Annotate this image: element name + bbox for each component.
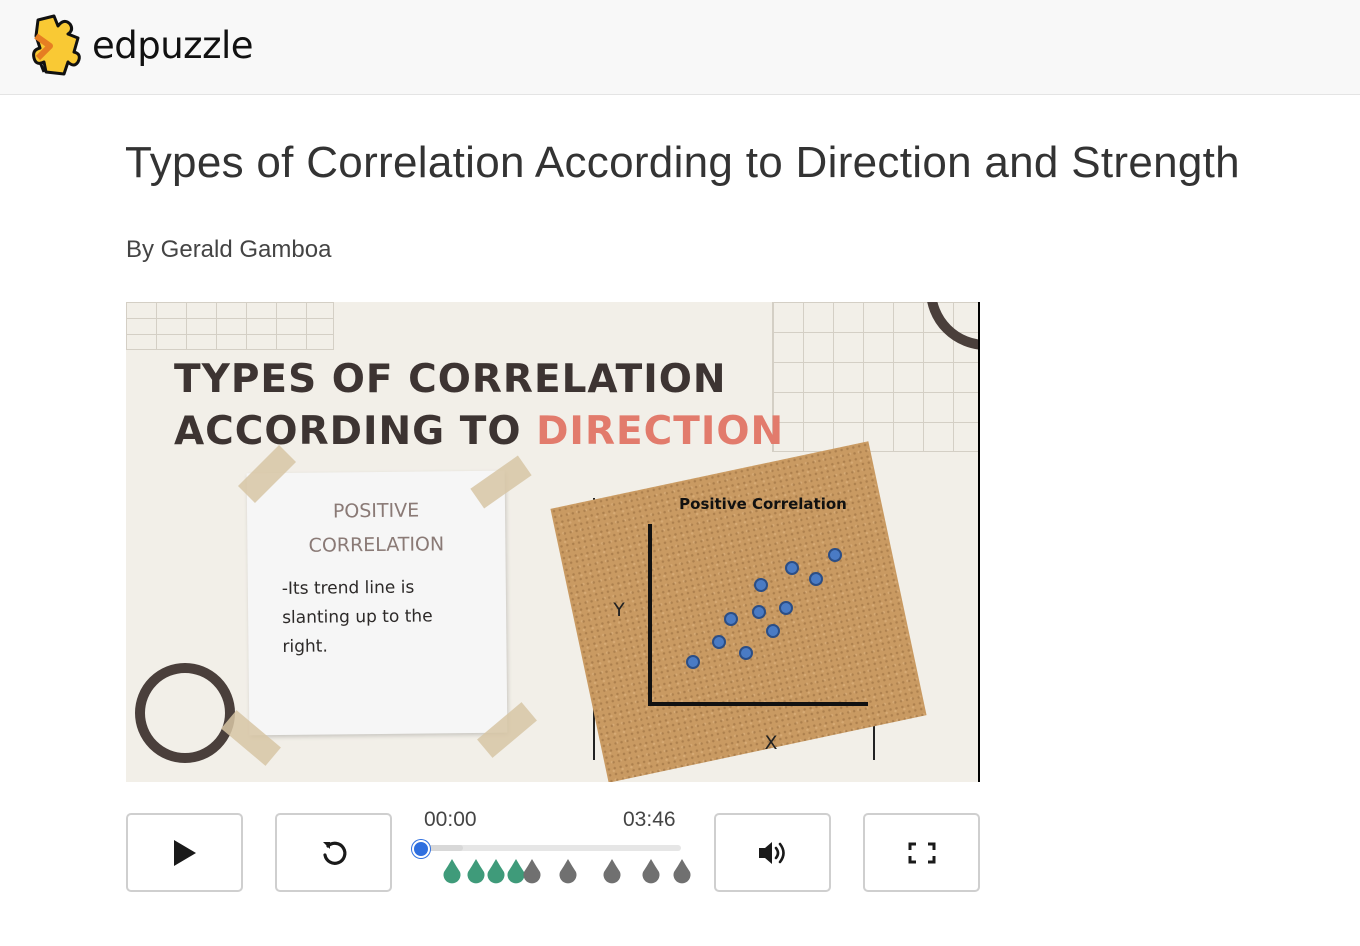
y-axis-label: Y xyxy=(612,599,625,621)
fullscreen-icon xyxy=(908,842,936,864)
volume-button[interactable] xyxy=(714,813,831,892)
question-marker-answered[interactable] xyxy=(442,858,462,884)
play-button[interactable] xyxy=(126,813,243,892)
scatter-dot xyxy=(779,601,793,615)
question-marker-answered[interactable] xyxy=(466,858,486,884)
replay-button[interactable] xyxy=(275,813,392,892)
scrub-handle[interactable] xyxy=(412,840,430,858)
edpuzzle-logo[interactable]: edpuzzle xyxy=(28,12,254,78)
question-marker-answered[interactable] xyxy=(486,858,506,884)
scatter-dot xyxy=(752,605,766,619)
question-marker-pending[interactable] xyxy=(641,858,661,884)
question-marker-pending[interactable] xyxy=(558,858,578,884)
puzzle-piece-icon xyxy=(28,12,84,78)
question-marker-pending[interactable] xyxy=(672,858,692,884)
question-marker-pending[interactable] xyxy=(522,858,542,884)
play-icon xyxy=(172,838,198,868)
replay-icon xyxy=(319,838,349,868)
fullscreen-button[interactable] xyxy=(863,813,980,892)
scatter-dot xyxy=(754,578,768,592)
scatter-dot xyxy=(828,548,842,562)
scatter-dot xyxy=(686,655,700,669)
timeline[interactable]: 00:00 03:46 xyxy=(410,800,695,910)
page-title: Types of Correlation According to Direct… xyxy=(125,138,1240,187)
question-marker-pending[interactable] xyxy=(602,858,622,884)
player-controls: 00:00 03:46 xyxy=(0,800,1360,910)
duration: 03:46 xyxy=(623,808,676,831)
scatter-dot xyxy=(809,572,823,586)
author-byline: By Gerald Gamboa xyxy=(126,236,332,263)
volume-icon xyxy=(757,839,789,867)
current-time: 00:00 xyxy=(424,808,477,831)
x-axis-label: X xyxy=(764,732,777,754)
scatter-dot xyxy=(739,646,753,660)
brand-name: edpuzzle xyxy=(92,23,254,67)
progress-track[interactable] xyxy=(421,845,681,851)
top-bar: edpuzzle xyxy=(0,0,1360,95)
video-frame[interactable]: TYPES OF CORRELATION ACCORDING TO DIRECT… xyxy=(126,302,980,782)
scatter-plot: Positive Correlation Y X xyxy=(612,495,868,754)
scatter-dot xyxy=(712,635,726,649)
scatter-dot xyxy=(766,624,780,638)
scatter-dot xyxy=(785,561,799,575)
scatter-title: Positive Correlation xyxy=(679,495,847,513)
scatter-dot xyxy=(724,612,738,626)
